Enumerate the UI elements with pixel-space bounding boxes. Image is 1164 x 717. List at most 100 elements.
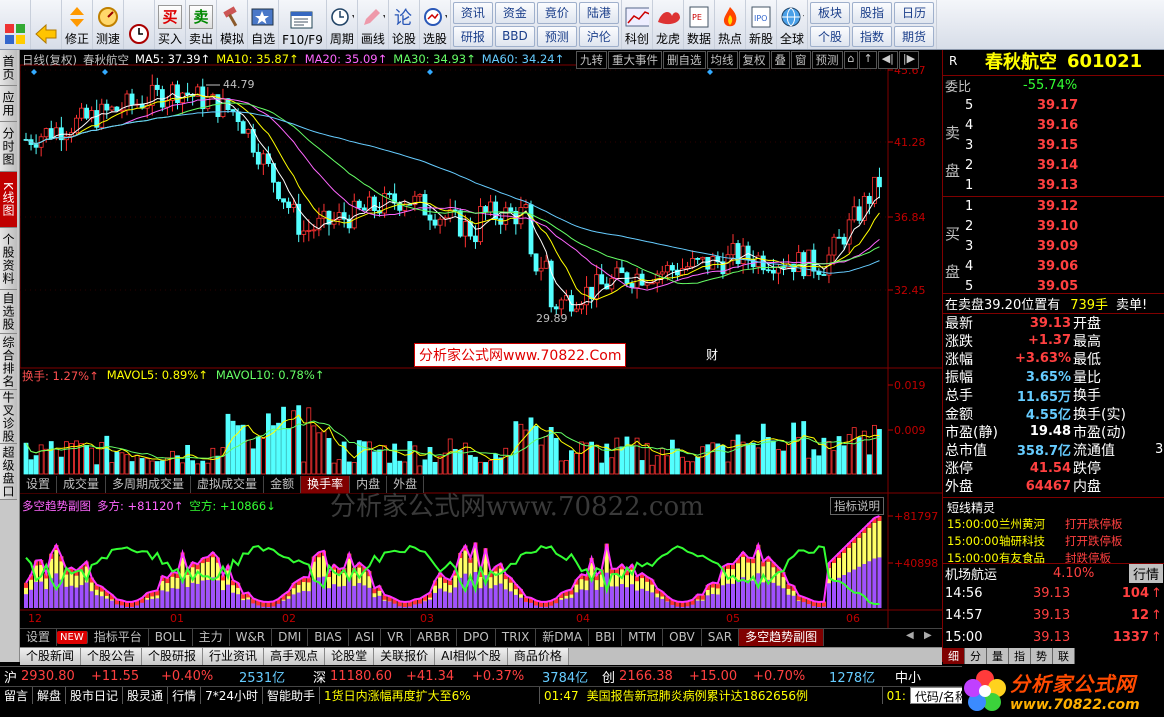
info-tab[interactable]: 论股堂: [325, 648, 375, 665]
left-tab-1[interactable]: 应用: [0, 86, 17, 122]
info-tab[interactable]: 个股研报: [142, 648, 204, 665]
quote-side-tab[interactable]: 分: [965, 648, 987, 664]
indicator-tab[interactable]: DPO: [457, 629, 496, 646]
indicator-tab[interactable]: BOLL: [149, 629, 193, 646]
grid-button[interactable]: 个股: [810, 25, 851, 47]
hangqing-tab[interactable]: 行情: [1129, 563, 1164, 583]
info-tab[interactable]: 行业资讯: [203, 648, 265, 665]
prev-icon[interactable]: ◀|: [877, 51, 898, 69]
status-item[interactable]: 解盘: [33, 687, 67, 704]
short-stock[interactable]: 兰州黄河: [999, 516, 1065, 532]
new-badge[interactable]: NEW: [57, 631, 88, 644]
科创-toolbar-button[interactable]: 科创: [622, 0, 653, 49]
indicator-tab[interactable]: ARBR: [411, 629, 457, 646]
indicator-tab[interactable]: TRIX: [496, 629, 537, 646]
grid-button[interactable]: 竟价: [536, 2, 577, 24]
grid-button[interactable]: 指数: [852, 25, 893, 47]
kline-menu-item[interactable]: 删自选: [663, 51, 706, 69]
indicator-tab[interactable]: 主力: [193, 629, 230, 646]
next-icon[interactable]: |▶: [898, 51, 920, 69]
kline-menu-item[interactable]: 预测: [811, 51, 843, 69]
status-item[interactable]: 行情: [168, 687, 202, 704]
left-tab-2[interactable]: 分时图: [0, 122, 17, 172]
grid-button[interactable]: 陆港: [578, 2, 619, 24]
F10/F9-toolbar-button[interactable]: F10/F9: [279, 0, 327, 49]
kline-menu-item[interactable]: 重大事件: [608, 51, 662, 69]
back-arrow-toolbar-button[interactable]: [31, 0, 62, 49]
event-marker-icon[interactable]: [102, 69, 108, 75]
indicator-tab[interactable]: VR: [381, 629, 411, 646]
卖出-toolbar-button[interactable]: 卖卖出: [186, 0, 218, 49]
volume-tab[interactable]: 金额: [264, 476, 302, 493]
grid-button[interactable]: 日历: [894, 2, 935, 24]
indicator-tab[interactable]: 多空趋势副图: [739, 629, 825, 646]
news-headline-1[interactable]: 1货日内涨幅再度扩大至6%: [320, 687, 540, 704]
indicator-help-button[interactable]: 指标说明: [830, 497, 884, 515]
全球-toolbar-button[interactable]: 全球: [777, 0, 809, 49]
volume-tab[interactable]: 成交量: [57, 476, 107, 493]
自选-toolbar-button[interactable]: 自选: [248, 0, 280, 49]
news-headline-2[interactable]: 美国报告新冠肺炎病例累计达1862656例: [583, 687, 883, 704]
left-tab-7[interactable]: 牛叉诊股: [0, 390, 17, 444]
info-tab[interactable]: 关联报价: [374, 648, 436, 665]
volume-tab[interactable]: 设置: [20, 476, 58, 493]
grid-button[interactable]: 资金: [494, 2, 535, 24]
quote-side-tab[interactable]: 细: [943, 648, 965, 664]
论股-toolbar-button[interactable]: 论论股: [389, 0, 420, 49]
left-tab-0[interactable]: 首页: [0, 50, 17, 86]
quote-side-tab[interactable]: 量: [987, 648, 1009, 664]
画线-toolbar-button[interactable]: 画线: [358, 0, 389, 49]
kline-menu-item[interactable]: 叠: [770, 51, 790, 69]
indicator-tab[interactable]: 新DMA: [536, 629, 590, 646]
周期-toolbar-button[interactable]: 周期: [327, 0, 358, 49]
status-item[interactable]: 留言: [0, 687, 34, 704]
grid-button[interactable]: 期货: [894, 25, 935, 47]
scroll-right-icon[interactable]: ▶: [924, 630, 932, 641]
home-icon[interactable]: ⌂: [843, 51, 859, 69]
kline-menu-item[interactable]: 复权: [738, 51, 770, 69]
short-stock[interactable]: 轴研科技: [999, 533, 1065, 549]
left-tab-4[interactable]: 个股资料: [0, 228, 17, 290]
grid-button[interactable]: 预测: [536, 25, 577, 47]
tiles-toolbar-button[interactable]: [0, 0, 31, 49]
grid-button[interactable]: BBD: [494, 25, 535, 47]
info-tab[interactable]: 个股新闻: [20, 648, 82, 665]
event-marker-icon[interactable]: [427, 69, 433, 75]
volume-tab[interactable]: 虚拟成交量: [191, 476, 265, 493]
kline-menu-item[interactable]: 九转: [576, 51, 607, 69]
测速-toolbar-button[interactable]: 测速: [93, 0, 125, 49]
event-marker-icon[interactable]: [31, 69, 37, 75]
grid-button[interactable]: 研报: [452, 25, 493, 47]
info-tab[interactable]: 高手观点: [264, 648, 326, 665]
grid-button[interactable]: 板块: [810, 2, 851, 24]
买入-toolbar-button[interactable]: 买买入: [155, 0, 187, 49]
grid-button[interactable]: 资讯: [452, 2, 493, 24]
scroll-left-icon[interactable]: ◀: [906, 630, 914, 641]
选股-toolbar-button[interactable]: 选股: [420, 0, 451, 49]
模拟-toolbar-button[interactable]: 模拟: [217, 0, 249, 49]
indicator-tab[interactable]: 设置: [20, 629, 58, 646]
indicator-tab[interactable]: DMI: [272, 629, 309, 646]
event-marker-icon[interactable]: [707, 69, 713, 75]
龙虎-toolbar-button[interactable]: 龙虎: [653, 0, 684, 49]
新股-toolbar-button[interactable]: IPO 新股: [746, 0, 777, 49]
up-icon[interactable]: ↑: [859, 51, 877, 69]
indicator-tab[interactable]: BBI: [589, 629, 623, 646]
left-tab-6[interactable]: 综合排名: [0, 334, 17, 390]
info-tab[interactable]: 商品价格: [507, 648, 569, 665]
left-tab-8[interactable]: 超级盘口: [0, 444, 17, 500]
indicator-tab[interactable]: OBV: [663, 629, 702, 646]
indicator-tab[interactable]: BIAS: [308, 629, 349, 646]
info-tab[interactable]: 个股公告: [81, 648, 143, 665]
indicator-tab[interactable]: ASI: [349, 629, 382, 646]
sector-name[interactable]: 机场航运: [943, 564, 1053, 583]
quote-side-tab[interactable]: 指: [1009, 648, 1031, 664]
quote-side-tab[interactable]: 联: [1053, 648, 1075, 664]
left-tab-3[interactable]: K线图: [0, 172, 17, 228]
status-item[interactable]: 股灵通: [123, 687, 169, 704]
indicator-tab[interactable]: 指标平台: [88, 629, 149, 646]
grid-button[interactable]: 沪伦: [578, 25, 619, 47]
indicator-tab[interactable]: W&R: [230, 629, 273, 646]
kline-menu-item[interactable]: 窗: [791, 51, 811, 69]
info-tab[interactable]: AI相似个股: [435, 648, 508, 665]
